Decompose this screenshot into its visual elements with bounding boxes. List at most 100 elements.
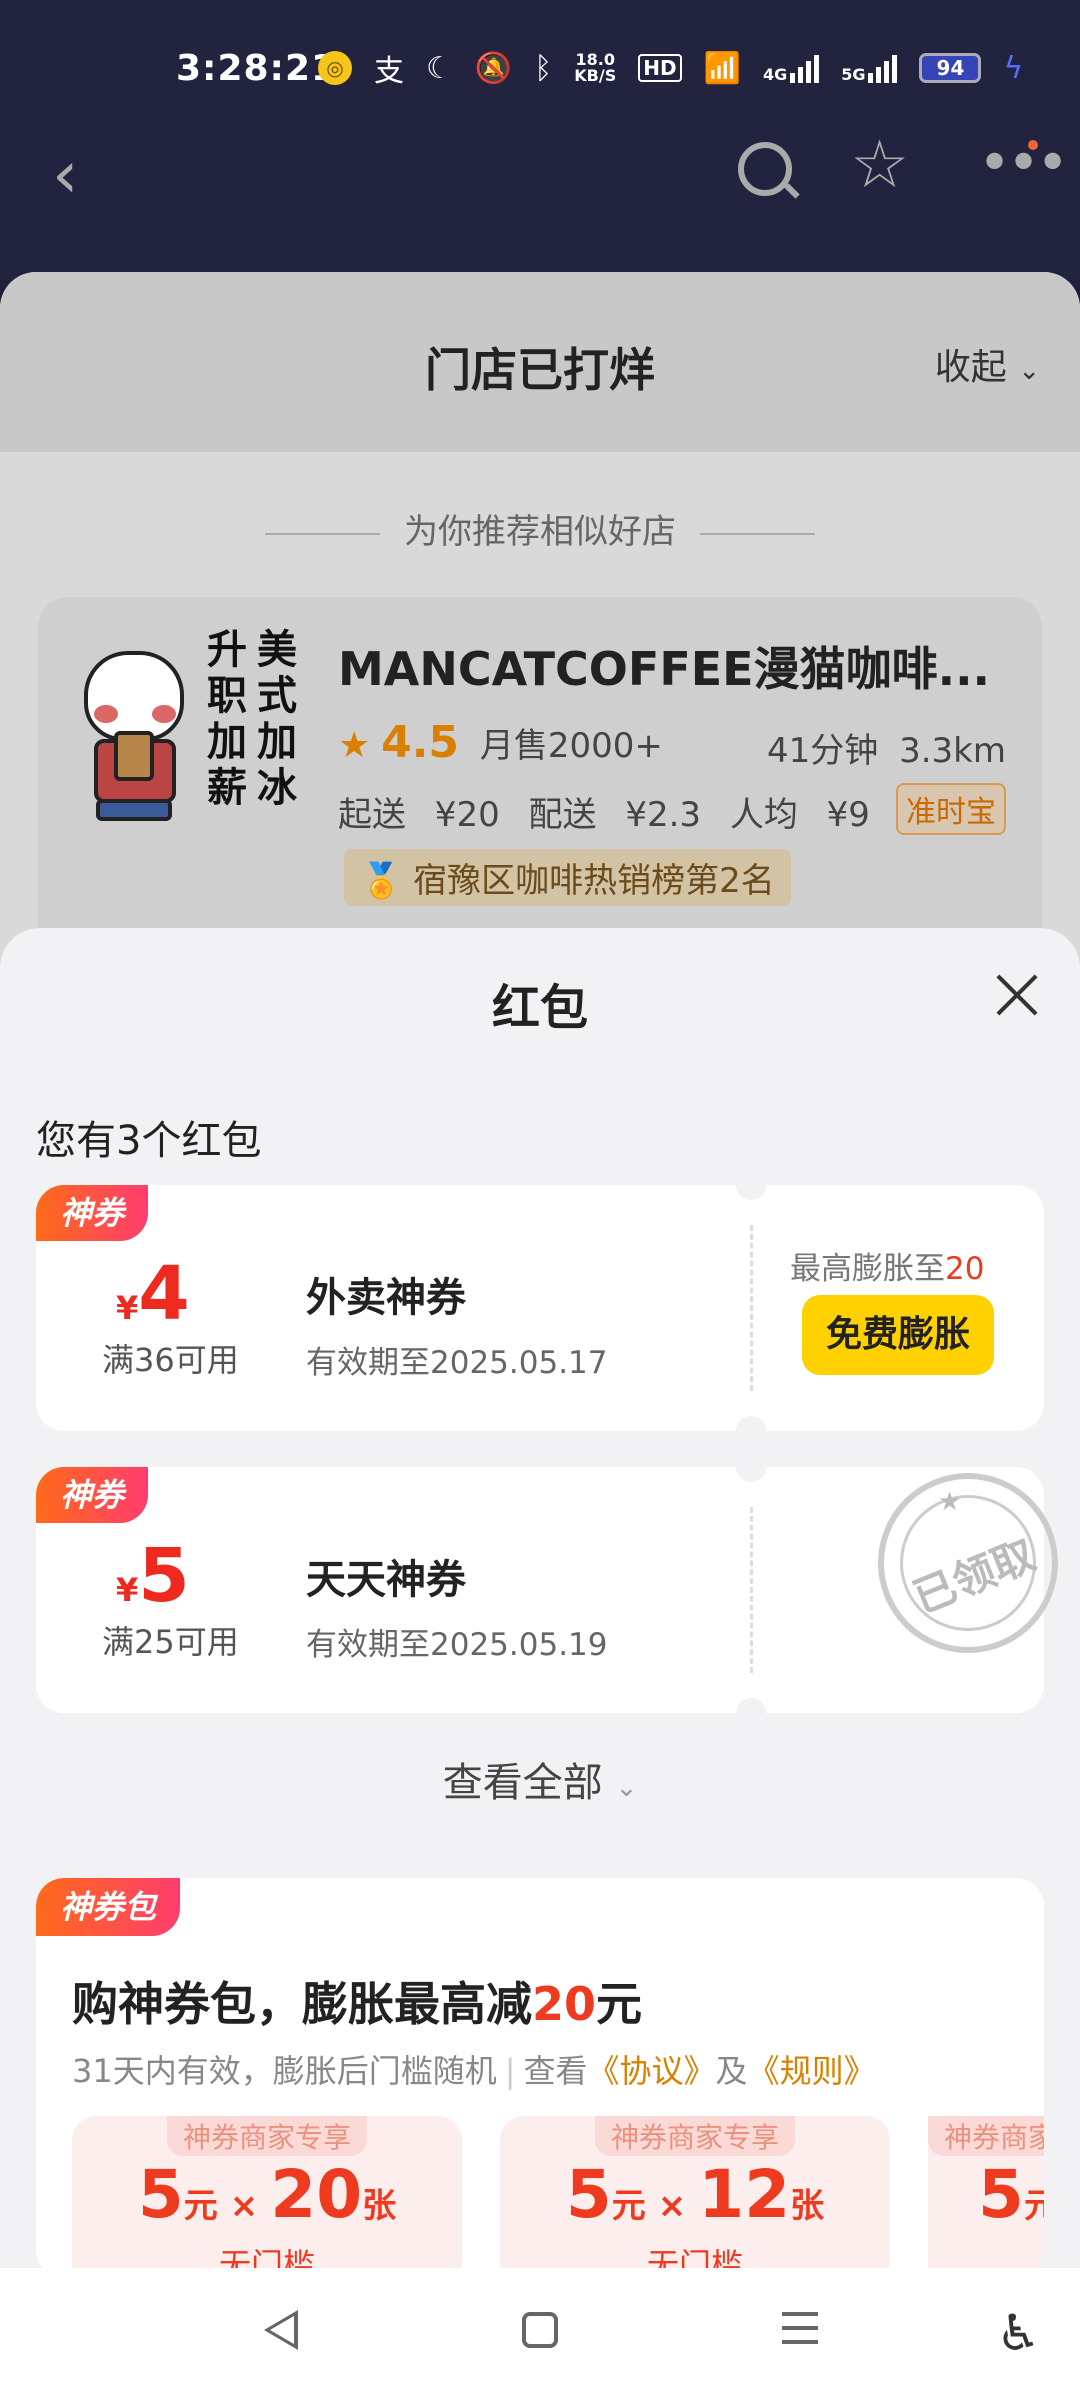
currency-symbol: ¥ xyxy=(116,1289,139,1327)
pack-items: 神券商家专享 5元 × 20张 无门槛 神券商家专享 5元 × 12张 无门槛 神券商家… xyxy=(72,2116,1044,2268)
pack-item-count: 12 xyxy=(698,2156,791,2233)
back-icon[interactable]: ‹ xyxy=(52,140,78,210)
pack-item-count: 20 xyxy=(270,2156,363,2233)
red-packet-title: 红包 xyxy=(491,980,588,1036)
pack-item-value: 5 xyxy=(137,2156,184,2233)
coupon-amount-value: 4 xyxy=(138,1251,190,1337)
moon-icon: ☾ xyxy=(426,50,453,86)
logo-char: 职 xyxy=(207,673,247,719)
charging-icon: ϟ xyxy=(1003,50,1024,86)
pack-item[interactable]: 神券商家专享 5元 × 12张 无门槛 xyxy=(500,2116,890,2268)
rules-link[interactable]: 《规则》 xyxy=(748,2052,876,2090)
coin-app-icon: ◎ xyxy=(318,51,352,85)
cat-cheek xyxy=(94,705,118,723)
red-packet-sheet: 红包 您有3个红包 神券 ¥4 满36可用 外卖神券 有效期至2025.05.1… xyxy=(0,928,1080,2268)
avg-price: 人均 ¥9 xyxy=(729,795,870,835)
coupon-badge: 神券 xyxy=(36,1467,149,1523)
pack-item-unit: 元 xyxy=(183,2186,218,2226)
pack-item-note: 无门槛 xyxy=(218,2246,315,2268)
top-nav: ‹ ☆ ••• xyxy=(0,130,1080,280)
distance: 3.3km xyxy=(899,731,1006,771)
coupon-card: 神券 ¥4 满36可用 外卖神券 有效期至2025.05.17 最高膨胀至20 … xyxy=(36,1170,1044,1446)
rank-text: 宿豫区咖啡热销榜第2名 xyxy=(413,861,775,901)
coupon-divider xyxy=(750,1507,753,1673)
accessibility-icon[interactable]: ♿ xyxy=(996,2304,1041,2362)
store-rating-row: ★ 4.5 月售2000+ xyxy=(338,717,663,768)
pack-sub-and: 及 xyxy=(715,2052,748,2090)
agreement-link[interactable]: 《协议》 xyxy=(588,2052,716,2090)
min-order: 起送 ¥20 xyxy=(338,795,500,835)
pack-sub-text: 31天内有效，膨胀后门槛随机 xyxy=(72,2052,497,2090)
store-delivery-info: 41分钟 3.3km xyxy=(767,723,1006,772)
free-inflate-button[interactable]: 免费膨胀 xyxy=(802,1295,994,1375)
net-speed-unit: KB/S xyxy=(574,66,617,85)
delivery-time: 41分钟 xyxy=(767,731,879,771)
coupon-card: 神券 ¥5 满25可用 天天神券 有效期至2025.05.19 ★ 已领取 xyxy=(36,1452,1058,1728)
logo-char: 加 xyxy=(257,719,297,765)
logo-char: 式 xyxy=(257,673,297,719)
notification-dot xyxy=(1028,140,1038,150)
coupon-pack-card: 神券包 购神券包，膨胀最高减20元 31天内有效，膨胀后门槛随机 | 查看《协议》及… xyxy=(36,1878,1044,2268)
pack-item[interactable]: 神券商家专享 5元× xyxy=(928,2116,1044,2268)
claimed-stamp: ★ 已领取 xyxy=(878,1473,1058,1653)
pack-item-note: 无门槛 xyxy=(646,2246,743,2268)
view-all-button[interactable]: 查看全部 ⌄ xyxy=(0,1750,1080,1808)
close-icon[interactable] xyxy=(994,972,1040,1018)
coupon-amount-value: 5 xyxy=(138,1533,190,1619)
collapse-button[interactable]: 收起 ⌄ xyxy=(935,338,1040,390)
pack-sub-view: 查看 xyxy=(523,2052,588,2090)
recommend-label: 为你推荐相似好店 xyxy=(0,504,1080,553)
cat-legs xyxy=(96,799,172,821)
hd-icon: HD xyxy=(638,54,682,82)
signal-5g-icon: 5G xyxy=(841,53,898,84)
chevron-down-icon: ⌄ xyxy=(615,1773,638,1803)
logo-char: 升 xyxy=(207,627,247,673)
cat-cheek xyxy=(152,705,176,723)
coupon-expiry: 有效期至2025.05.17 xyxy=(306,1345,608,1381)
search-icon[interactable] xyxy=(738,142,792,196)
coupon-amount: ¥4 xyxy=(116,1251,190,1337)
store-fee-row: 起送 ¥20 配送 ¥2.3 人均 ¥9 xyxy=(338,787,870,836)
pack-item-main: 5元× xyxy=(978,2156,1044,2233)
divider: | xyxy=(504,2052,516,2090)
alipay-icon: 支 xyxy=(374,54,404,89)
coupon-divider xyxy=(750,1225,753,1391)
signal-4g-icon: 4G xyxy=(763,53,820,83)
collapse-label: 收起 xyxy=(934,347,1007,388)
pack-title-value: 20 xyxy=(532,1977,597,2031)
coupon-expiry: 有效期至2025.05.19 xyxy=(306,1627,608,1663)
coupon-badge: 神券 xyxy=(36,1185,149,1241)
pack-item-unit: 元 xyxy=(611,2186,646,2226)
cat-head xyxy=(84,651,184,741)
pack-item-count-unit: 张 xyxy=(790,2186,825,2226)
system-back-icon[interactable] xyxy=(264,2310,298,2350)
coupon-name: 外卖神券 xyxy=(306,1275,466,1321)
pack-title-prefix: 购神券包，膨胀最高减 xyxy=(72,1977,532,2031)
store-logo: 升 职 加 薪 美 式 加 冰 xyxy=(68,627,308,827)
system-recents-icon[interactable] xyxy=(782,2312,818,2354)
stamp-star-icon: ★ xyxy=(938,1487,962,1517)
pack-item-tag: 神券商家专享 xyxy=(594,2116,796,2156)
store-closed-sheet: 门店已打烊 收起 ⌄ 为你推荐相似好店 升 职 加 薪 美 式 加 冰 MANC… xyxy=(0,272,1080,987)
logo-text: 升 职 加 薪 美 式 加 冰 xyxy=(202,627,302,811)
coupon-max-inflate: 最高膨胀至20 xyxy=(790,1243,984,1288)
signal-5g-label: 5G xyxy=(841,65,866,84)
view-all-label: 查看全部 xyxy=(442,1760,603,1806)
logo-char: 冰 xyxy=(257,765,297,811)
battery-icon: 94 xyxy=(919,53,982,83)
pack-item-value: 5 xyxy=(978,2156,1024,2233)
max-inflate-label: 最高膨胀至 xyxy=(790,1251,945,1287)
pack-item-count-unit: 张 xyxy=(362,2186,397,2226)
coupon-notch xyxy=(736,1452,766,1482)
chevron-down-icon: ⌄ xyxy=(1018,356,1040,386)
system-home-icon[interactable] xyxy=(522,2312,558,2348)
pack-item[interactable]: 神券商家专享 5元 × 20张 无门槛 xyxy=(72,2116,462,2268)
pack-badge: 神券包 xyxy=(36,1878,181,1936)
logo-char: 美 xyxy=(257,627,297,673)
mute-icon: 🔕 xyxy=(474,50,513,86)
pack-title: 购神券包，膨胀最高减20元 xyxy=(72,1968,642,2034)
more-icon[interactable]: ••• xyxy=(978,136,1069,192)
coupon-notch xyxy=(736,1416,766,1446)
favorite-star-icon[interactable]: ☆ xyxy=(850,130,909,200)
pack-item-tag: 神券商家专享 xyxy=(928,2116,1044,2156)
